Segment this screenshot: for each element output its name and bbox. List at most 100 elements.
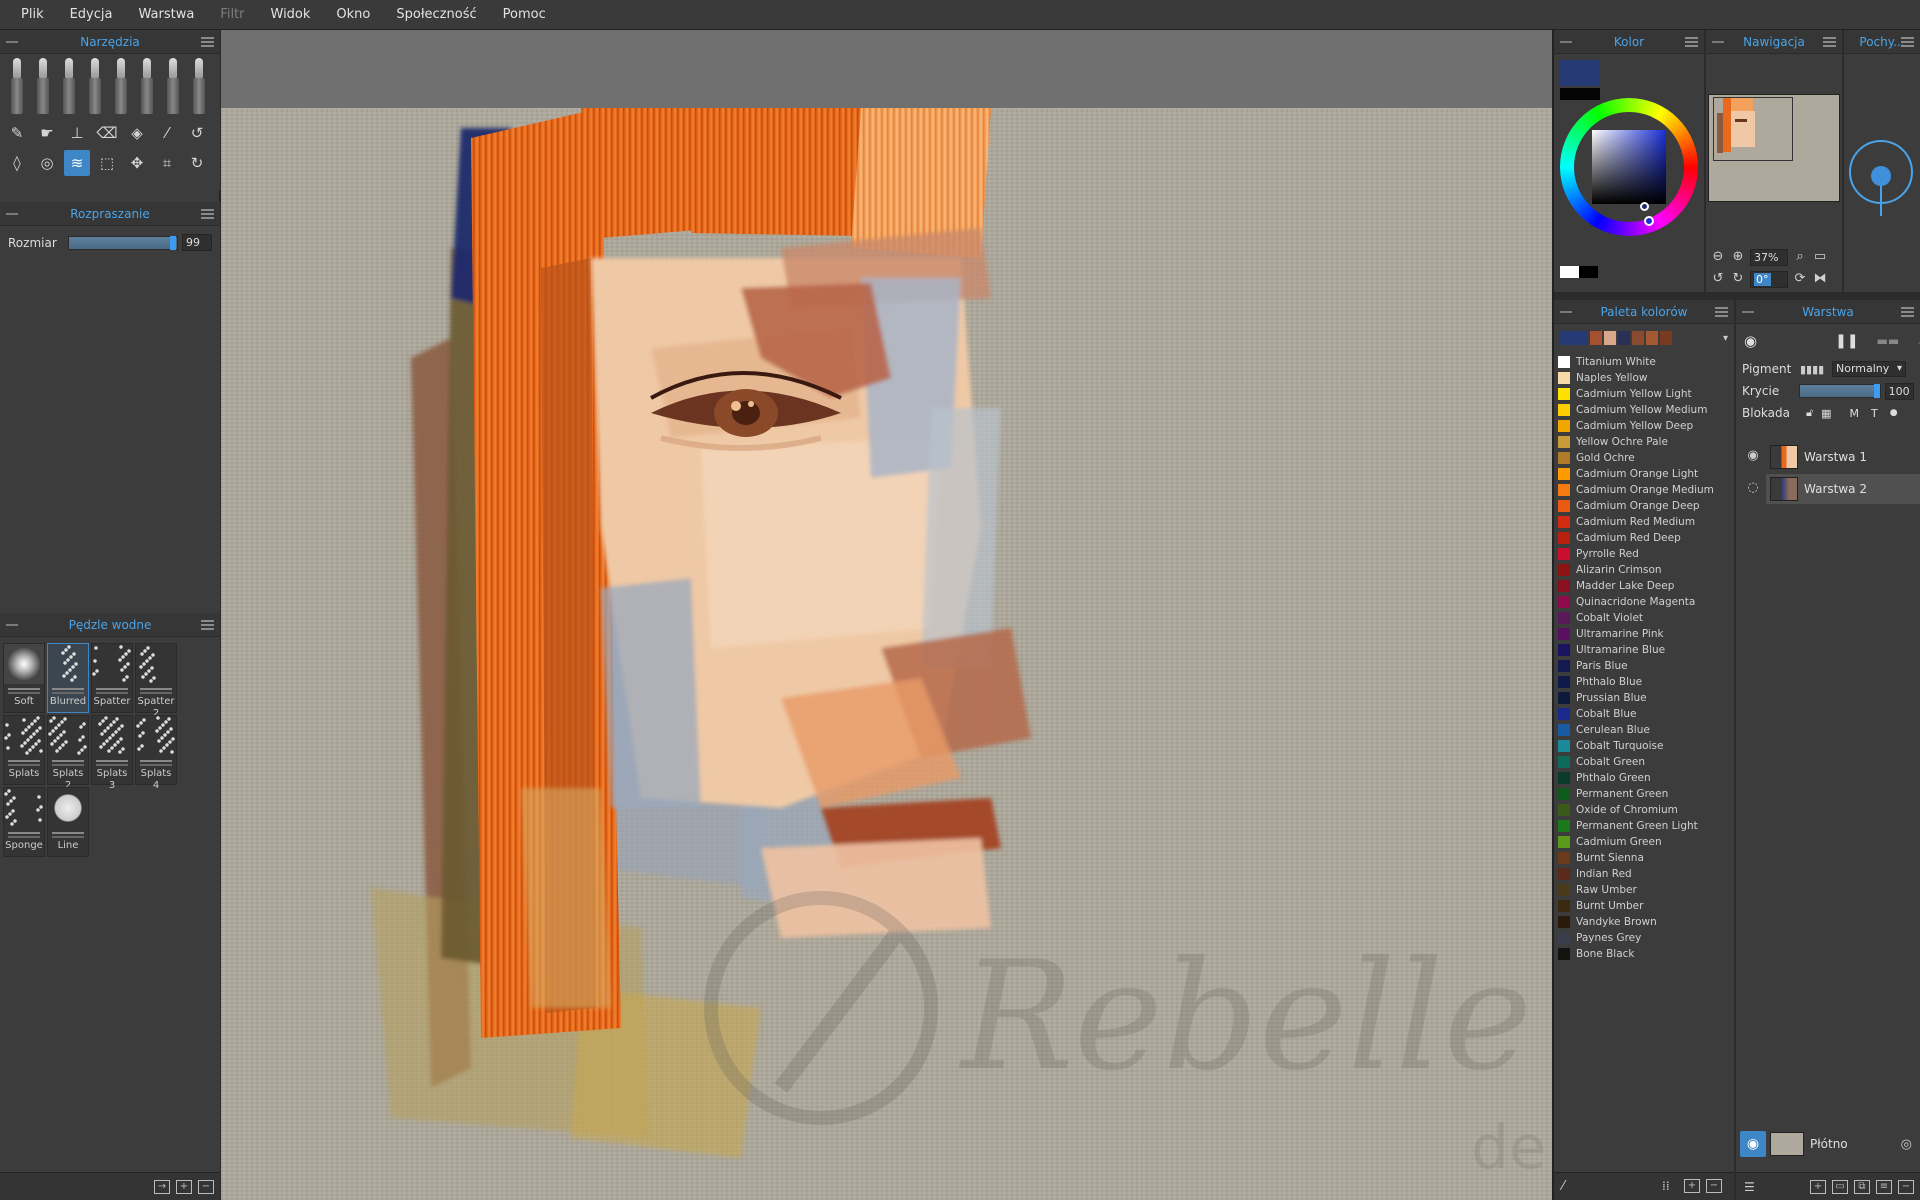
palette-color-swatch[interactable]	[1558, 852, 1570, 864]
flip-horizontal-icon[interactable]: ⧓	[1812, 271, 1828, 287]
tilt-handle[interactable]	[1871, 166, 1891, 186]
paper-canvas[interactable]: Rebelle de	[221, 108, 1552, 1200]
palette-color-item[interactable]: Gold Ochre	[1558, 450, 1730, 466]
palette-color-item[interactable]: Phthalo Blue	[1558, 674, 1730, 690]
menu-item-3[interactable]: Filtr	[207, 7, 257, 22]
water-brush-item[interactable]: Soft	[3, 643, 45, 713]
palette-color-item[interactable]: Cobalt Turquoise	[1558, 738, 1730, 754]
palette-color-item[interactable]: Cadmium Orange Medium	[1558, 482, 1730, 498]
zoom-in-icon[interactable]: ⊕	[1730, 249, 1746, 265]
delete-layer-icon[interactable]: −	[1898, 1179, 1914, 1194]
palette-color-swatch[interactable]	[1558, 580, 1570, 592]
dry-layer-icon[interactable]: ▬▬	[1877, 334, 1900, 348]
canvas-visibility-icon[interactable]: ◉	[1740, 1131, 1766, 1157]
smudge-icon[interactable]: ☛	[34, 120, 60, 146]
palette-color-item[interactable]: Ultramarine Blue	[1558, 642, 1730, 658]
panel-menu-icon[interactable]	[1715, 307, 1728, 317]
palette-color-swatch[interactable]	[1558, 420, 1570, 432]
palette-color-swatch[interactable]	[1558, 628, 1570, 640]
collapse-icon[interactable]	[1742, 311, 1754, 313]
menu-item-7[interactable]: Pomoc	[490, 7, 559, 22]
palette-color-swatch[interactable]	[1558, 820, 1570, 832]
palette-color-swatch[interactable]	[1558, 788, 1570, 800]
duplicate-icon[interactable]: +	[176, 1179, 192, 1194]
menu-item-0[interactable]: Plik	[8, 7, 57, 22]
palette-color-swatch[interactable]	[1558, 948, 1570, 960]
remove-color-icon[interactable]: −	[1706, 1179, 1722, 1193]
size-value-input[interactable]: 99	[182, 234, 212, 251]
palette-color-item[interactable]: Cadmium Red Deep	[1558, 530, 1730, 546]
palette-color-swatch[interactable]	[1558, 548, 1570, 560]
panel-menu-icon[interactable]	[201, 620, 214, 630]
palette-color-swatch[interactable]	[1558, 388, 1570, 400]
black-swatch[interactable]	[1579, 266, 1598, 278]
palette-color-swatch[interactable]	[1558, 900, 1570, 912]
palette-color-item[interactable]: Madder Lake Deep	[1558, 578, 1730, 594]
pigment-icon[interactable]: ▮▮▮▮	[1800, 363, 1832, 376]
palette-color-swatch[interactable]	[1558, 708, 1570, 720]
zoom-fit-icon[interactable]: ⌕	[1792, 249, 1808, 265]
duplicate-layer-icon[interactable]: ⧉	[1854, 1179, 1870, 1194]
recent-color-swatch[interactable]	[1560, 331, 1588, 345]
palette-color-swatch[interactable]	[1558, 916, 1570, 928]
new-layer-icon[interactable]: +	[1810, 1179, 1826, 1194]
water-brush-item[interactable]: Splats 3	[91, 715, 133, 791]
palette-color-swatch[interactable]	[1558, 596, 1570, 608]
oil-brush-icon[interactable]	[6, 58, 28, 114]
fit-screen-icon[interactable]: ▭	[1812, 249, 1828, 265]
wet-eye-icon[interactable]: ◉	[1744, 332, 1757, 350]
menu-item-2[interactable]: Warstwa	[125, 7, 207, 22]
collapse-icon[interactable]	[1560, 311, 1572, 313]
pencil-icon[interactable]: ✎	[4, 120, 30, 146]
panel-menu-icon[interactable]	[201, 37, 214, 47]
rotate-left-icon[interactable]: ↺	[1710, 271, 1726, 287]
transform-icon[interactable]: ✥	[124, 150, 150, 176]
palette-color-item[interactable]: Vandyke Brown	[1558, 914, 1730, 930]
menu-item-5[interactable]: Okno	[323, 7, 383, 22]
recent-color-swatch[interactable]	[1632, 331, 1644, 345]
palette-color-swatch[interactable]	[1558, 836, 1570, 848]
opacity-slider-knob[interactable]	[1873, 384, 1880, 398]
layer-item[interactable]: Warstwa 2	[1766, 474, 1920, 504]
pen-icon[interactable]	[162, 58, 184, 114]
panel-menu-icon[interactable]	[1901, 37, 1914, 47]
palette-color-item[interactable]: Burnt Sienna	[1558, 850, 1730, 866]
current-color-swatch[interactable]	[1560, 60, 1600, 86]
palette-color-item[interactable]: Alizarin Crimson	[1558, 562, 1730, 578]
white-swatch[interactable]	[1560, 266, 1579, 278]
rotate-right-icon[interactable]: ↻	[1730, 271, 1746, 287]
palette-color-item[interactable]: Cadmium Orange Light	[1558, 466, 1730, 482]
recent-color-swatch[interactable]	[1660, 331, 1672, 345]
palette-color-swatch[interactable]	[1558, 676, 1570, 688]
palette-color-swatch[interactable]	[1558, 436, 1570, 448]
airbrush-icon[interactable]	[188, 58, 210, 114]
palette-color-item[interactable]: Naples Yellow	[1558, 370, 1730, 386]
palette-color-item[interactable]: Pyrrolle Red	[1558, 546, 1730, 562]
panel-menu-icon[interactable]	[1823, 37, 1836, 47]
canvas-settings-icon[interactable]: ◎	[1901, 1137, 1912, 1152]
palette-color-swatch[interactable]	[1558, 884, 1570, 896]
panel-menu-icon[interactable]	[1685, 37, 1698, 47]
layer-visibility-icon[interactable]: ◉	[1744, 448, 1762, 466]
palette-color-item[interactable]: Phthalo Green	[1558, 770, 1730, 786]
navigator-viewport-rect[interactable]	[1713, 97, 1793, 161]
color-wheel[interactable]	[1560, 98, 1698, 236]
menu-item-1[interactable]: Edycja	[57, 7, 126, 22]
palette-color-swatch[interactable]	[1558, 516, 1570, 528]
secondary-color-swatch[interactable]	[1560, 88, 1600, 100]
remove-icon[interactable]: −	[198, 1179, 214, 1194]
palette-color-swatch[interactable]	[1558, 532, 1570, 544]
layer-item[interactable]: Warstwa 1	[1766, 442, 1920, 472]
palette-color-swatch[interactable]	[1558, 404, 1570, 416]
water-brush-item[interactable]: Splats 4	[135, 715, 177, 791]
palette-color-item[interactable]: Permanent Green	[1558, 786, 1730, 802]
undo-icon[interactable]: ↺	[184, 120, 210, 146]
palette-color-swatch[interactable]	[1558, 612, 1570, 624]
water-brush-item[interactable]: Blurred	[47, 643, 89, 713]
merge-layer-icon[interactable]: ≡	[1876, 1179, 1892, 1194]
palette-color-item[interactable]: Cadmium Orange Deep	[1558, 498, 1730, 514]
water-brush-item[interactable]: Spatter	[91, 643, 133, 713]
pencil-tool-icon[interactable]	[84, 58, 106, 114]
water-brush-item[interactable]: Sponge	[3, 787, 45, 857]
layer-visibility-icon[interactable]: ◌	[1744, 480, 1762, 498]
